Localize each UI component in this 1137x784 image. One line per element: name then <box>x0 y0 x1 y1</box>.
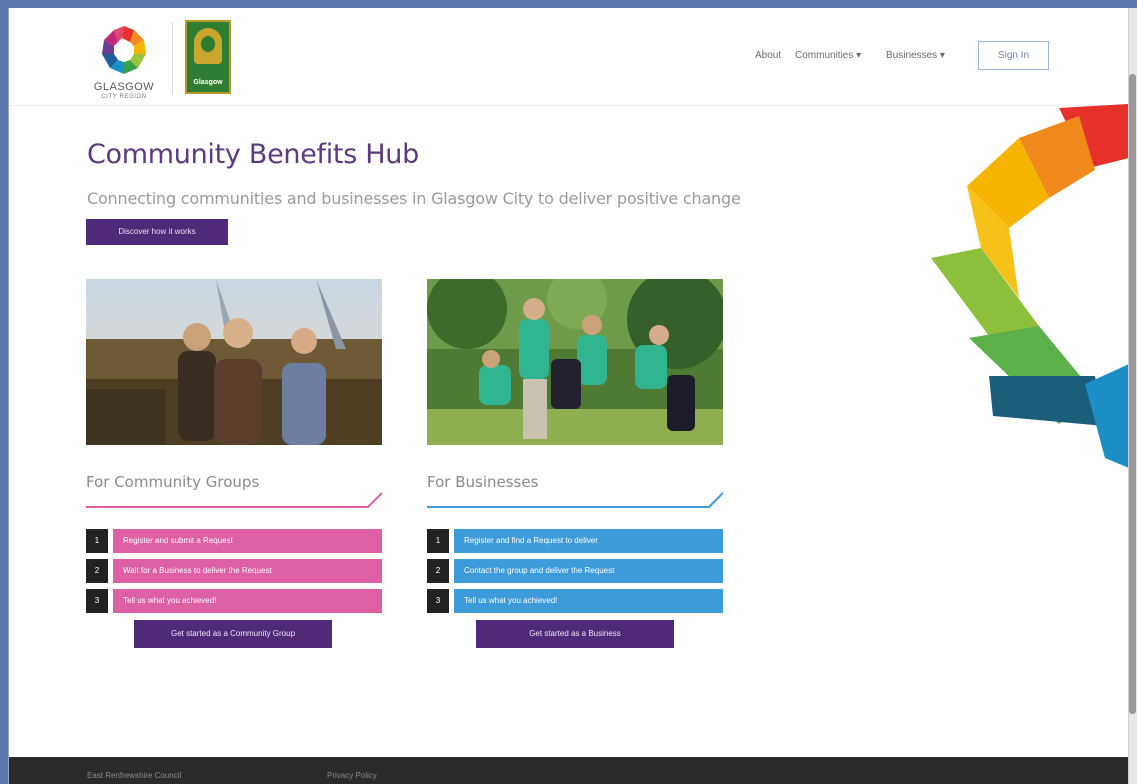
step-label: Wait for a Business to deliver the Reque… <box>113 559 382 583</box>
vertical-scrollbar[interactable] <box>1128 8 1137 784</box>
footer-privacy-link[interactable]: Privacy Policy <box>327 771 377 780</box>
site-footer: East Renfrewshire Council Privacy Policy <box>9 757 1128 784</box>
community-steps-list: 1 Register and submit a Request 2 Wait f… <box>86 529 382 613</box>
step-number: 1 <box>427 529 449 553</box>
discover-how-it-works-button[interactable]: Discover how it works <box>86 219 228 245</box>
nav-about-link[interactable]: About <box>755 50 781 61</box>
list-item: 2 Contact the group and deliver the Requ… <box>427 559 723 583</box>
step-number: 2 <box>427 559 449 583</box>
list-item: 3 Tell us what you achieved! <box>427 589 723 613</box>
gcr-wordmark: GLASGOW CITY REGION <box>85 82 163 102</box>
page-subtitle: Connecting communities and businesses in… <box>87 189 741 208</box>
list-item: 2 Wait for a Business to deliver the Req… <box>86 559 382 583</box>
step-label: Register and submit a Request <box>113 529 382 553</box>
step-label: Tell us what you achieved! <box>113 589 382 613</box>
step-label: Contact the group and deliver the Reques… <box>454 559 723 583</box>
get-started-business-button[interactable]: Get started as a Business <box>476 620 674 648</box>
step-number: 2 <box>86 559 108 583</box>
scrollbar-thumb[interactable] <box>1129 74 1136 714</box>
nav-businesses-dropdown[interactable]: Businesses ▾ <box>886 50 945 61</box>
footer-council-link[interactable]: East Renfrewshire Council <box>87 771 181 780</box>
get-started-community-button[interactable]: Get started as a Community Group <box>134 620 332 648</box>
decorative-pinwheel-graphic <box>931 104 1128 468</box>
page-title: Community Benefits Hub <box>87 139 419 170</box>
step-label: Tell us what you achieved! <box>454 589 723 613</box>
step-number: 3 <box>86 589 108 613</box>
site-header: GLASGOW CITY REGION Glasgow About Commun… <box>9 8 1128 106</box>
step-label: Register and find a Request to deliver <box>454 529 723 553</box>
list-item: 1 Register and submit a Request <box>86 529 382 553</box>
businesses-column: For Businesses 1 Register and find a Req… <box>427 279 723 619</box>
browser-page: GLASGOW CITY REGION Glasgow About Commun… <box>8 8 1128 784</box>
crest-tree-icon <box>201 36 215 52</box>
logo-divider <box>172 22 173 94</box>
community-groups-photo <box>86 279 382 445</box>
business-heading-underline <box>427 487 723 513</box>
step-number: 1 <box>86 529 108 553</box>
businesses-photo <box>427 279 723 445</box>
list-item: 1 Register and find a Request to deliver <box>427 529 723 553</box>
sign-in-button[interactable]: Sign In <box>978 41 1049 70</box>
glasgow-city-region-logo[interactable]: GLASGOW CITY REGION <box>85 20 163 102</box>
business-steps-list: 1 Register and find a Request to deliver… <box>427 529 723 613</box>
step-number: 3 <box>427 589 449 613</box>
glasgow-council-logo[interactable]: Glasgow <box>185 20 231 94</box>
council-logo-text: Glasgow <box>193 79 223 86</box>
community-heading-underline <box>86 487 382 513</box>
gcr-wordmark-line1: GLASGOW <box>93 81 155 93</box>
community-groups-column: For Community Groups 1 Register and subm… <box>86 279 382 619</box>
list-item: 3 Tell us what you achieved! <box>86 589 382 613</box>
gcr-wordmark-line2: CITY REGION <box>101 94 147 100</box>
pinwheel-logo-icon <box>102 26 146 74</box>
nav-communities-dropdown[interactable]: Communities ▾ <box>795 50 861 61</box>
